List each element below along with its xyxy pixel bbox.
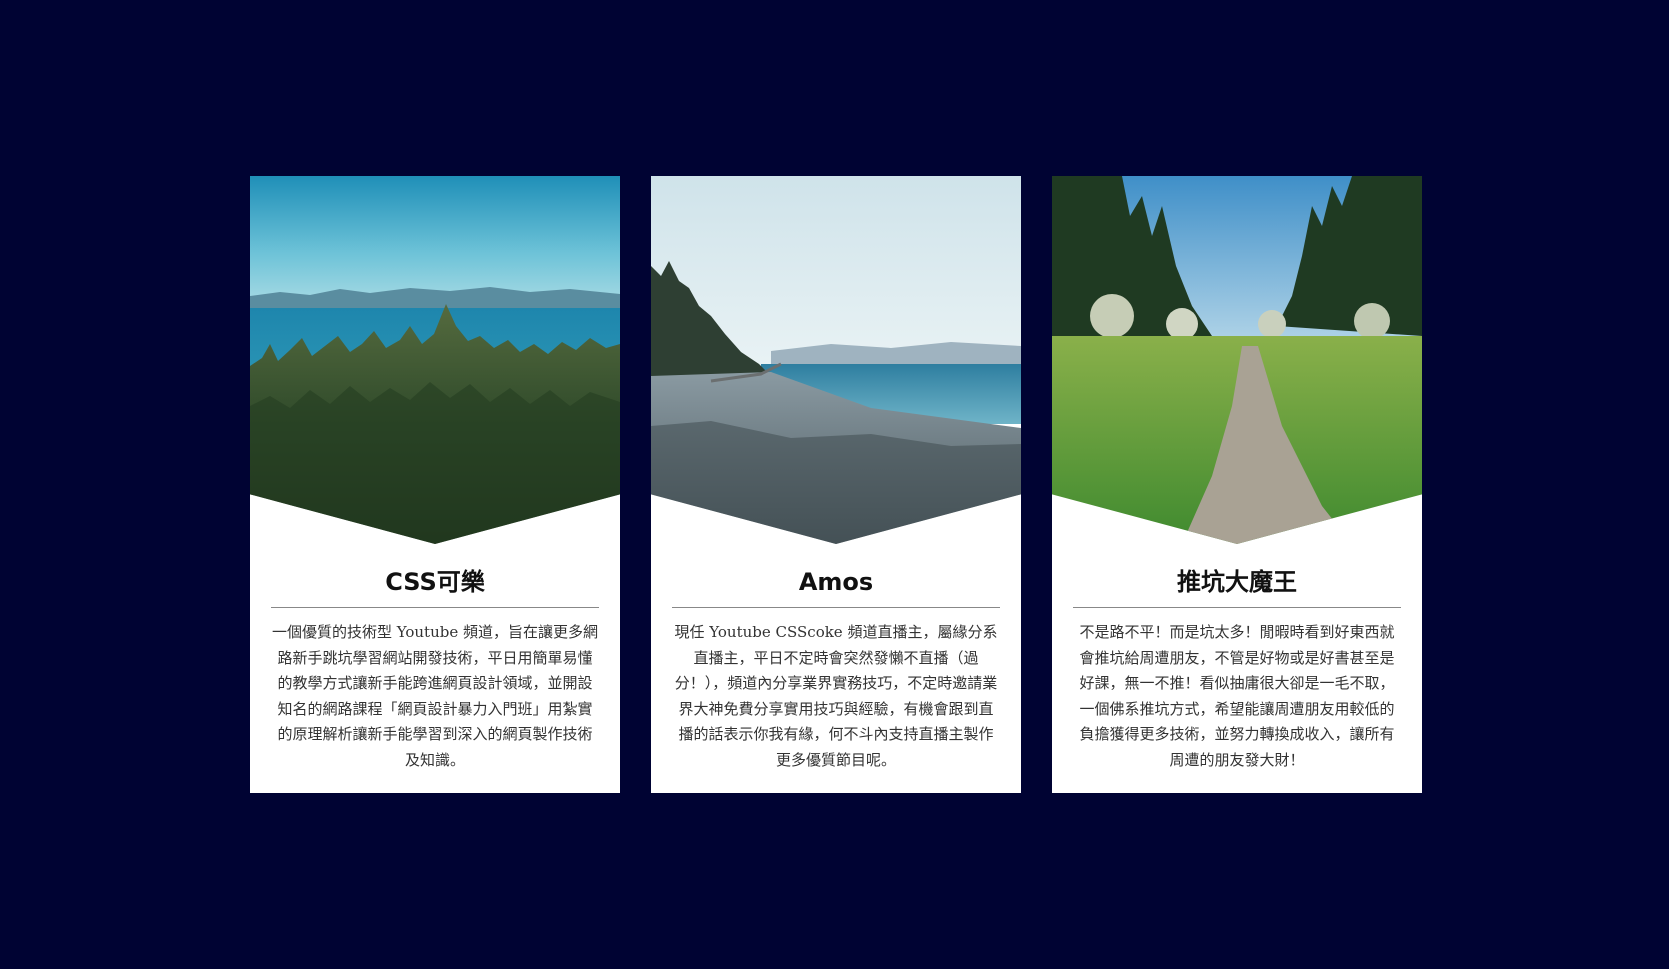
- card-list: CSS可樂 一個優質的技術型 Youtube 頻道，旨在讓更多網路新手跳坑學習網…: [250, 176, 1422, 793]
- card-image-meadow-path: [1052, 176, 1422, 544]
- profile-card: CSS可樂 一個優質的技術型 Youtube 頻道，旨在讓更多網路新手跳坑學習網…: [250, 176, 620, 793]
- card-title: CSS可樂: [271, 564, 599, 608]
- card-body: 推坑大魔王 不是路不平！而是坑太多！閒暇時看到好東西就會推坑給周遭朋友，不管是好…: [1073, 564, 1401, 773]
- card-description: 不是路不平！而是坑太多！閒暇時看到好東西就會推坑給周遭朋友，不管是好物或是好書甚…: [1079, 623, 1395, 769]
- profile-card: 推坑大魔王 不是路不平！而是坑太多！閒暇時看到好東西就會推坑給周遭朋友，不管是好…: [1052, 176, 1422, 793]
- card-body: CSS可樂 一個優質的技術型 Youtube 頻道，旨在讓更多網路新手跳坑學習網…: [271, 564, 599, 773]
- profile-card: Amos 現任 Youtube CSScoke 頻道直播主，屬緣分系直播主，平日…: [651, 176, 1021, 793]
- card-image-pebble-beach: [651, 176, 1021, 544]
- card-description: 一個優質的技術型 Youtube 頻道，旨在讓更多網路新手跳坑學習網站開發技術，…: [272, 623, 598, 769]
- card-body: Amos 現任 Youtube CSScoke 頻道直播主，屬緣分系直播主，平日…: [672, 564, 1000, 773]
- card-image-forest-lake: [250, 176, 620, 544]
- card-title: Amos: [672, 564, 1000, 608]
- card-title: 推坑大魔王: [1073, 564, 1401, 608]
- card-description: 現任 Youtube CSScoke 頻道直播主，屬緣分系直播主，平日不定時會突…: [674, 623, 998, 769]
